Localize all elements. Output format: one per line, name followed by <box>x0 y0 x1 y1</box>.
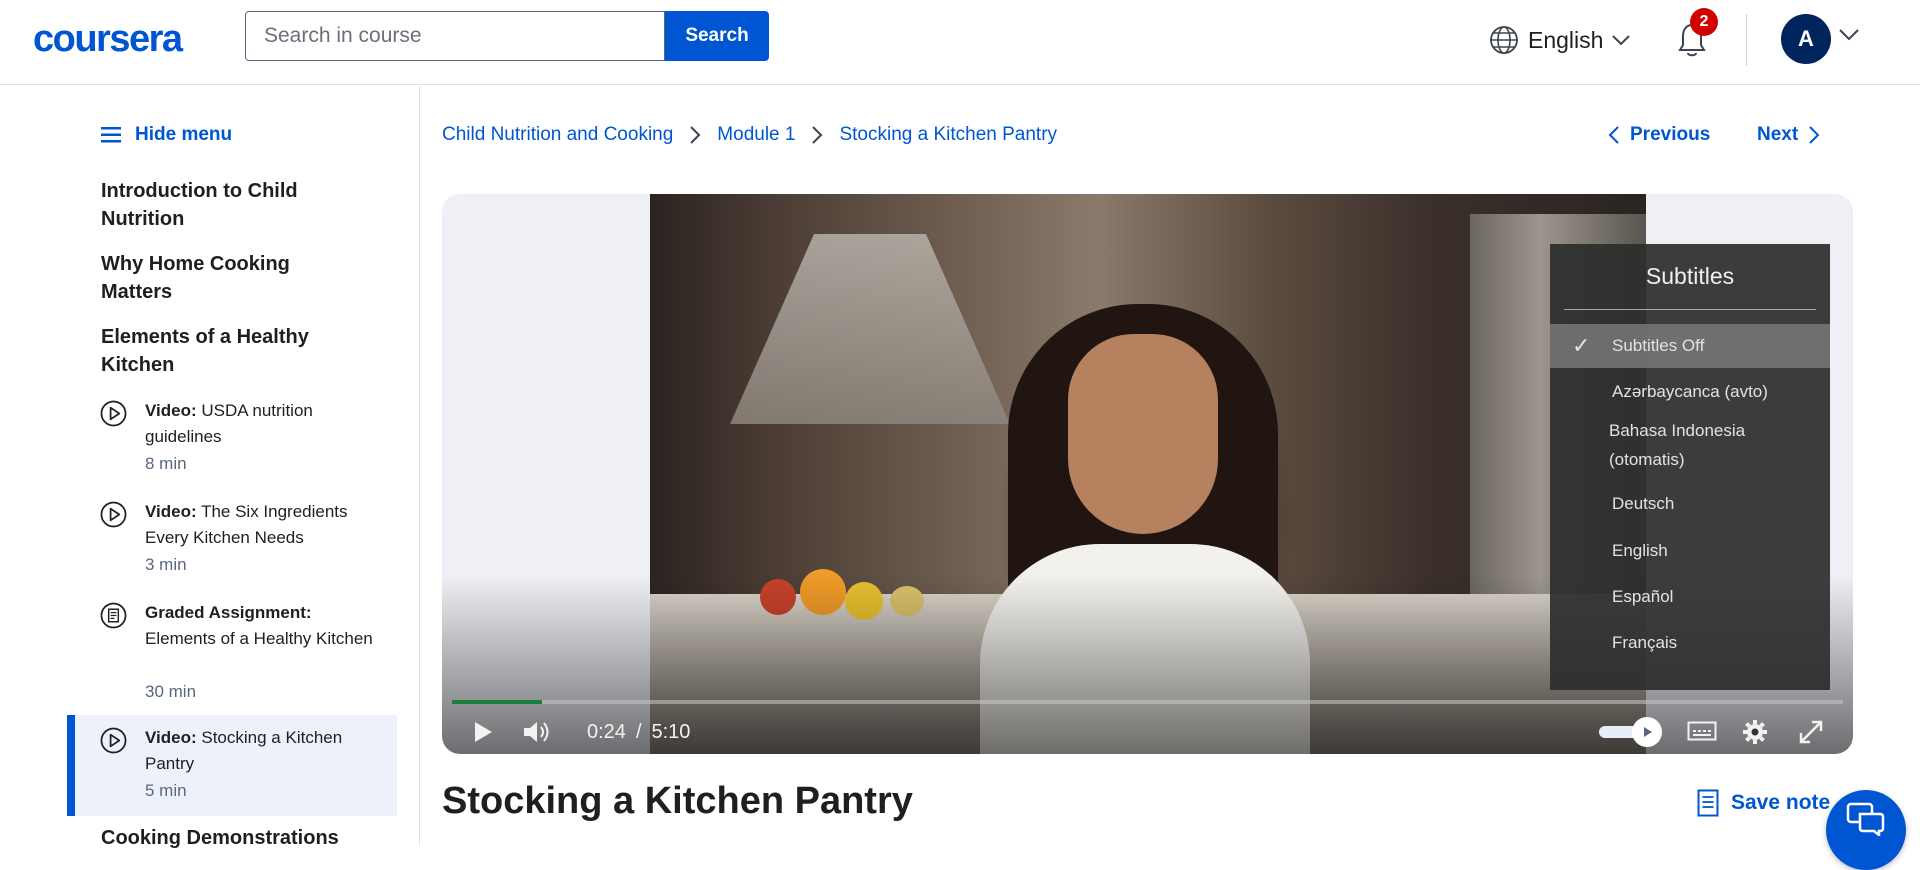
subtitle-option-label: Français <box>1612 633 1678 652</box>
sidebar-item-text: Video: Stocking a Kitchen Pantry <box>145 725 375 777</box>
subtitle-option-english[interactable]: English <box>1550 529 1830 573</box>
breadcrumb-module[interactable]: Module 1 <box>717 124 795 146</box>
save-note-label: Save note <box>1731 791 1831 814</box>
volume-button[interactable] <box>522 716 552 748</box>
volume-icon <box>524 722 549 742</box>
fullscreen-icon <box>1799 720 1823 744</box>
play-circle-icon <box>100 727 127 754</box>
time-separator: / <box>635 720 642 743</box>
chat-icon <box>1846 802 1885 836</box>
item-type-label: Video: <box>145 502 197 521</box>
item-duration: 8 min <box>145 454 187 473</box>
play-circle-icon <box>100 400 127 427</box>
sidebar-item-six-ingredients[interactable]: Video: The Six Ingredients Every Kitchen… <box>67 499 397 589</box>
item-duration: 3 min <box>145 555 187 574</box>
hide-menu-label: Hide menu <box>135 124 233 145</box>
chevron-right-icon <box>1809 126 1820 144</box>
breadcrumb-current[interactable]: Stocking a Kitchen Pantry <box>839 124 1057 146</box>
chevron-right-icon <box>690 126 701 144</box>
speed-toggle-knob[interactable] <box>1632 717 1662 747</box>
search-button[interactable]: Search <box>665 11 769 61</box>
gear-icon <box>1743 720 1767 744</box>
previous-button[interactable]: Previous <box>1608 124 1710 146</box>
next-button[interactable]: Next <box>1757 124 1820 146</box>
play-circle-icon <box>100 501 127 528</box>
subtitle-option-label: Español <box>1612 587 1674 606</box>
language-selector[interactable]: English <box>1488 22 1631 58</box>
hamburger-icon <box>101 127 121 143</box>
previous-label: Previous <box>1630 124 1711 145</box>
item-duration: 30 min <box>145 682 197 701</box>
checkmark-icon: ✓ <box>1572 333 1591 358</box>
closed-captions-icon <box>1687 721 1717 741</box>
assignment-icon <box>100 602 127 629</box>
sidebar-section-healthy-kitchen[interactable]: Elements of a Healthy Kitchen <box>101 323 341 379</box>
play-icon <box>1644 727 1652 737</box>
settings-button[interactable] <box>1742 716 1768 748</box>
subtitles-menu: Subtitles ✓ Subtitles Off Azərbaycanca (… <box>1550 244 1830 690</box>
sidebar-item-graded-assignment[interactable]: Graded Assignment: Elements of a Healthy… <box>67 600 397 710</box>
item-type-label: Graded Assignment: <box>145 603 312 622</box>
time-display: 0:24 / 5:10 <box>587 716 690 748</box>
fullscreen-button[interactable] <box>1798 716 1824 748</box>
item-type-label: Video: <box>145 401 197 420</box>
subtitle-option-label: English <box>1612 541 1668 560</box>
subtitle-option-deutsch[interactable]: Deutsch <box>1550 482 1830 526</box>
subtitle-option-label: Azərbaycanca (avto) <box>1612 382 1768 401</box>
save-note-button[interactable]: Save note <box>1697 789 1830 817</box>
item-duration: 5 min <box>145 781 187 800</box>
sidebar-section-home-cooking[interactable]: Why Home Cooking Matters <box>101 250 341 306</box>
total-duration: 5:10 <box>651 720 691 743</box>
subtitle-option-azerbaijani[interactable]: Azərbaycanca (avto) <box>1550 370 1830 414</box>
course-search-input[interactable] <box>245 11 665 61</box>
chevron-down-icon <box>1612 35 1631 46</box>
sidebar-section-intro[interactable]: Introduction to Child Nutrition <box>101 177 341 233</box>
video-progress-fill <box>452 700 543 704</box>
subtitle-option-label: Bahasa Indonesia (otomatis) <box>1609 421 1746 469</box>
top-header: coursera Search English 2 A <box>0 0 1920 85</box>
subtitles-menu-title: Subtitles <box>1564 244 1816 310</box>
presenter-face <box>1068 334 1218 534</box>
video-progress-bar[interactable] <box>452 700 1843 704</box>
subtitles-button[interactable] <box>1687 716 1717 748</box>
subtitle-option-espanol[interactable]: Español <box>1550 575 1830 619</box>
hide-menu-button[interactable]: Hide menu <box>101 124 232 146</box>
video-player[interactable]: Subtitles ✓ Subtitles Off Azərbaycanca (… <box>442 194 1853 754</box>
subtitle-option-off[interactable]: ✓ Subtitles Off <box>1550 324 1830 368</box>
chevron-down-icon[interactable] <box>1838 28 1860 42</box>
breadcrumb-course[interactable]: Child Nutrition and Cooking <box>442 124 673 146</box>
play-button[interactable] <box>472 716 494 748</box>
sidebar-item-usda-guidelines[interactable]: Video: USDA nutrition guidelines 8 min <box>67 398 397 488</box>
chevron-left-icon <box>1608 126 1619 144</box>
kitchen-hood <box>730 234 1010 424</box>
sidebar-item-text: Graded Assignment: Elements of a Healthy… <box>145 600 375 652</box>
subtitle-option-label: Subtitles Off <box>1612 336 1705 355</box>
header-divider <box>1746 14 1747 66</box>
course-sidebar: Hide menu Introduction to Child Nutritio… <box>0 86 420 849</box>
coursera-logo[interactable]: coursera <box>33 18 183 61</box>
page-title: Stocking a Kitchen Pantry <box>442 780 913 822</box>
item-title: Elements of a Healthy Kitchen <box>145 629 373 648</box>
language-label: English <box>1528 26 1604 53</box>
chevron-right-icon <box>812 126 823 144</box>
player-controls: 0:24 / 5:10 <box>442 716 1853 754</box>
play-icon <box>475 722 492 742</box>
note-icon <box>1697 789 1719 817</box>
next-label: Next <box>1757 124 1799 145</box>
user-avatar[interactable]: A <box>1781 14 1831 64</box>
item-type-label: Video: <box>145 728 197 747</box>
current-time: 0:24 <box>587 720 626 743</box>
subtitle-option-label: Deutsch <box>1612 494 1675 513</box>
notification-badge: 2 <box>1690 8 1718 36</box>
sidebar-item-text: Video: USDA nutrition guidelines <box>145 398 375 450</box>
chat-button[interactable] <box>1826 790 1906 870</box>
globe-icon <box>1490 26 1518 54</box>
subtitle-option-francais[interactable]: Français <box>1550 621 1830 665</box>
sidebar-item-stocking-pantry[interactable]: Video: Stocking a Kitchen Pantry 5 min <box>67 715 397 816</box>
subtitle-option-indonesian[interactable]: Bahasa Indonesia (otomatis) <box>1550 416 1780 474</box>
sidebar-section-cooking-demos[interactable]: Cooking Demonstrations <box>101 824 341 852</box>
breadcrumb: Child Nutrition and Cooking Module 1 Sto… <box>442 124 1057 146</box>
sidebar-item-text: Video: The Six Ingredients Every Kitchen… <box>145 499 375 551</box>
